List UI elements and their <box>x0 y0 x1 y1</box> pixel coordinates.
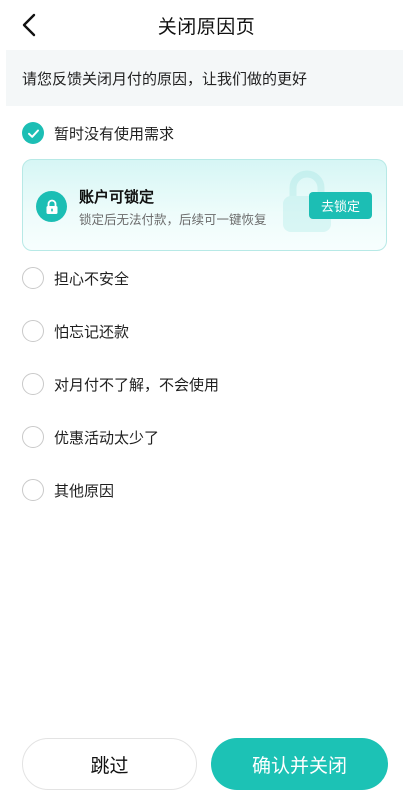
radio-unchecked-icon[interactable] <box>22 320 44 342</box>
page-title: 关闭原因页 <box>157 15 256 38</box>
reason-option-label: 担心不安全 <box>54 269 130 288</box>
feedback-banner: 请您反馈关闭月付的原因，让我们做的更好 <box>6 50 403 106</box>
lock-icon <box>36 191 67 222</box>
reason-option-dont-understand[interactable]: 对月付不了解，不会使用 <box>22 371 219 397</box>
skip-button[interactable]: 跳过 <box>22 738 197 790</box>
lock-card-description: 锁定后无法付款，后续可一键恢复 <box>79 212 267 227</box>
reason-option-label: 优惠活动太少了 <box>54 428 160 447</box>
reason-option-label: 其他原因 <box>54 481 115 500</box>
reason-option-label: 暂时没有使用需求 <box>54 124 175 143</box>
account-lock-card: 账户可锁定 锁定后无法付款，后续可一键恢复 去锁定 <box>22 159 387 251</box>
radio-unchecked-icon[interactable] <box>22 426 44 448</box>
go-lock-button[interactable]: 去锁定 <box>309 192 372 219</box>
reason-option-forget-repay[interactable]: 怕忘记还款 <box>22 318 129 344</box>
reason-option-unsafe[interactable]: 担心不安全 <box>22 265 129 291</box>
radio-unchecked-icon[interactable] <box>22 373 44 395</box>
reason-option-label: 怕忘记还款 <box>54 322 130 341</box>
radio-checked-icon[interactable] <box>22 122 44 144</box>
navigation-bar: 关闭原因页 <box>0 0 413 50</box>
reason-option-few-promotions[interactable]: 优惠活动太少了 <box>22 424 159 450</box>
back-button[interactable] <box>18 12 44 38</box>
confirm-close-button[interactable]: 确认并关闭 <box>211 738 388 790</box>
radio-unchecked-icon[interactable] <box>22 267 44 289</box>
radio-unchecked-icon[interactable] <box>22 479 44 501</box>
reason-option-other[interactable]: 其他原因 <box>22 477 114 503</box>
chevron-left-icon <box>22 13 36 37</box>
feedback-banner-text: 请您反馈关闭月付的原因，让我们做的更好 <box>22 69 308 88</box>
lock-card-title: 账户可锁定 <box>79 188 155 206</box>
reason-option-label: 对月付不了解，不会使用 <box>54 375 220 394</box>
reason-option-no-need[interactable]: 暂时没有使用需求 <box>22 120 174 146</box>
